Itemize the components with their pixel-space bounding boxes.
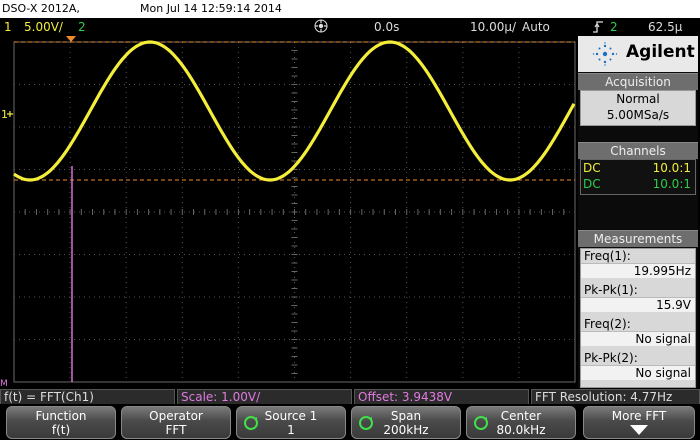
channel-2-row[interactable]: DC 10.0:1: [581, 176, 695, 192]
meas-value: 15.9V: [581, 297, 695, 312]
softkey-label: More FFT: [611, 409, 667, 423]
sample-rate: 5.00MSa/s: [606, 108, 670, 122]
acquisition-info[interactable]: Normal 5.00MSa/s: [580, 90, 696, 126]
softkey-value: f(t): [51, 423, 71, 437]
brand-name: Agilent: [626, 42, 695, 62]
side-panel: Agilent Acquisition Normal 5.00MSa/s Cha…: [578, 36, 698, 388]
meas-value: No signal: [581, 365, 695, 380]
svg-text:1: 1: [1, 108, 8, 121]
acquisition-title[interactable]: Acquisition: [578, 73, 698, 90]
top-status-bar: 1 5.00V/ 2 0.0s 10.00µ/ Auto 2 62.5µ: [0, 18, 700, 36]
waveform-display[interactable]: 1 M: [0, 36, 578, 388]
settings-icon[interactable]: [314, 19, 328, 36]
agilent-spark-icon: [592, 42, 618, 66]
ch1-probe: 10.0:1: [652, 161, 691, 175]
meas-value: No signal: [581, 331, 695, 346]
meas-pkpk-1[interactable]: Pk-Pk(1): 15.9V: [581, 283, 695, 317]
meas-freq-1[interactable]: Freq(1): 19.995Hz: [581, 249, 695, 283]
ch1-coupling: DC: [583, 161, 601, 175]
meas-freq-2[interactable]: Freq(2): No signal: [581, 317, 695, 351]
brand-logo: Agilent: [578, 36, 698, 72]
softkey-label: Function: [35, 409, 87, 423]
entry-knob-icon: [244, 416, 258, 430]
ch2-number[interactable]: 2: [78, 20, 86, 34]
measurements-info[interactable]: Freq(1): 19.995Hz Pk-Pk(1): 15.9V Freq(2…: [580, 248, 696, 388]
fft-resolution: FFT Resolution: 4.77Hz: [531, 389, 700, 405]
ch2-probe: 10.0:1: [652, 177, 691, 191]
channels-info[interactable]: DC 10.0:1 DC 10.0:1: [580, 159, 696, 195]
timebase[interactable]: 10.00µ/: [470, 20, 516, 34]
math-scale[interactable]: Scale: 1.00V/: [177, 389, 352, 405]
source1-softkey[interactable]: Source 1 1: [236, 406, 346, 439]
more-fft-softkey[interactable]: More FFT: [583, 406, 695, 439]
title-header: DSO-X 2012A, Mon Jul 14 12:59:14 2014: [0, 0, 700, 18]
meas-label: Freq(1):: [584, 249, 631, 263]
meas-label: Freq(2):: [584, 317, 631, 331]
ch2-coupling: DC: [583, 177, 601, 191]
entry-knob-icon: [359, 416, 373, 430]
trigger-edge-icon: [592, 20, 604, 37]
operator-softkey[interactable]: Operator FFT: [121, 406, 231, 439]
entry-knob-icon: [474, 416, 488, 430]
datetime: Mon Jul 14 12:59:14 2014: [140, 2, 282, 15]
softkey-label: Operator: [149, 409, 203, 423]
time-offset[interactable]: 0.0s: [374, 20, 399, 34]
meas-pkpk-2[interactable]: Pk-Pk(2): No signal: [581, 351, 695, 385]
softkey-bar: Function f(t) Operator FFT Source 1 1 Sp…: [0, 404, 700, 440]
math-offset[interactable]: Offset: 3.9438V: [354, 389, 529, 405]
channels-title[interactable]: Channels: [578, 142, 698, 159]
meas-label: Pk-Pk(1):: [584, 283, 638, 297]
math-status-bar: f(t) = FFT(Ch1) Scale: 1.00V/ Offset: 3.…: [0, 388, 700, 405]
ch1-number[interactable]: 1: [4, 20, 12, 34]
measurements-title[interactable]: Measurements: [578, 230, 698, 247]
math-function-definition: f(t) = FFT(Ch1): [0, 389, 175, 405]
span-softkey[interactable]: Span 200kHz: [351, 406, 461, 439]
meas-label: Pk-Pk(2):: [584, 351, 638, 365]
trigger-level[interactable]: 62.5µ: [648, 20, 682, 34]
trigger-channel[interactable]: 2: [610, 20, 618, 34]
meas-value: 19.995Hz: [581, 263, 695, 278]
center-softkey[interactable]: Center 80.0kHz: [466, 406, 576, 439]
arrow-down-icon: [630, 425, 648, 435]
math-marker[interactable]: M: [0, 379, 8, 388]
trigger-mode[interactable]: Auto: [522, 20, 550, 34]
ch1-scale[interactable]: 5.00V/: [24, 20, 63, 34]
channel-1-row[interactable]: DC 10.0:1: [581, 160, 695, 176]
function-softkey[interactable]: Function f(t): [6, 406, 116, 439]
acquisition-mode: Normal: [616, 92, 660, 106]
model-name: DSO-X 2012A,: [2, 2, 80, 15]
softkey-value: FFT: [165, 423, 187, 437]
